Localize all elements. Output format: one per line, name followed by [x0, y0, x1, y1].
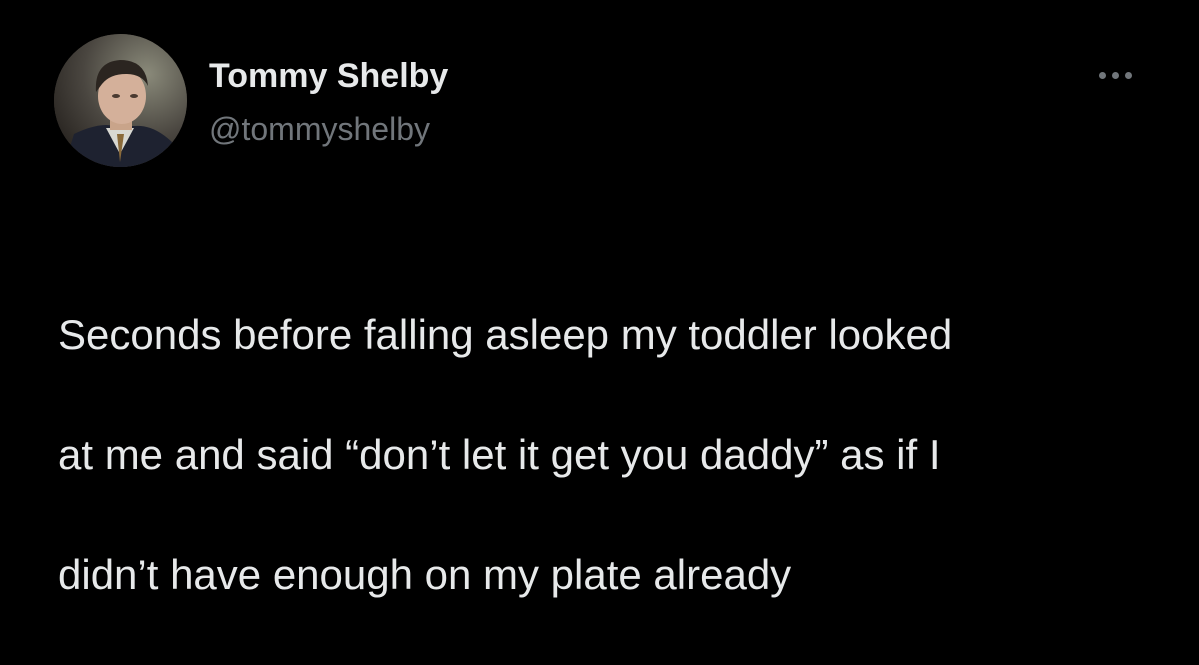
tweet-text-line: Seconds before falling asleep my toddler…: [58, 311, 953, 358]
more-options-button[interactable]: [1080, 58, 1150, 92]
author-handle[interactable]: @tommyshelby: [209, 110, 430, 148]
more-horizontal-icon-dot-2: [1111, 71, 1119, 79]
avatar[interactable]: [54, 34, 187, 167]
more-horizontal-icon: [1098, 71, 1106, 79]
more-horizontal-icon-dot-3: [1124, 71, 1132, 79]
tweet-text-line: didn’t have enough on my plate already: [58, 551, 792, 598]
tweet-card: Tommy Shelby @tommyshelby Seconds before…: [0, 0, 1199, 598]
profile-photo-icon: [54, 34, 187, 167]
tweet-text-line: at me and said “don’t let it get you dad…: [58, 431, 941, 478]
author-display-name[interactable]: Tommy Shelby: [209, 56, 448, 96]
tweet-text: Seconds before falling asleep my toddler…: [58, 245, 1158, 665]
